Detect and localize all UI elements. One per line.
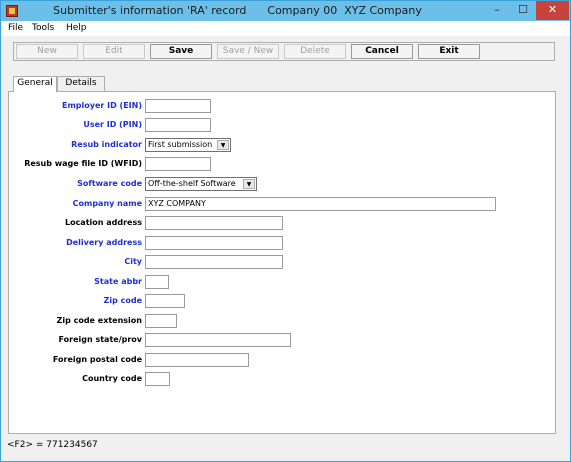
resub-wfid-label: Resub wage file ID (WFID) — [24, 159, 142, 168]
new-button[interactable]: New — [16, 44, 78, 59]
employer-id-field[interactable] — [145, 99, 211, 113]
close-button[interactable]: ✕ — [536, 1, 569, 20]
status-text: <F2> = 771234567 — [7, 440, 98, 450]
resub-wfid-field[interactable] — [145, 157, 211, 171]
maximize-button[interactable]: ☐ — [510, 1, 536, 20]
chevron-down-icon[interactable]: ▼ — [217, 140, 229, 150]
foreign-state-field[interactable] — [145, 333, 291, 347]
delivery-address-field[interactable] — [145, 236, 283, 250]
employer-id-label: Employer ID (EIN) — [62, 101, 142, 110]
zip-ext-field[interactable] — [145, 314, 177, 328]
foreign-state-label: Foreign state/prov — [58, 335, 143, 344]
user-id-label: User ID (PIN) — [83, 120, 142, 129]
title-bar[interactable]: Submitter's information 'RA' record Comp… — [1, 1, 570, 21]
country-code-field[interactable] — [145, 372, 170, 386]
user-id-field[interactable] — [145, 118, 211, 132]
location-address-label: Location address — [64, 218, 142, 227]
status-bar: <F2> = 771234567 — [1, 437, 570, 461]
window-title: Submitter's information 'RA' record Comp… — [53, 4, 422, 17]
save-new-button[interactable]: Save / New — [217, 44, 279, 59]
location-address-field[interactable] — [145, 216, 283, 230]
city-field[interactable] — [145, 255, 283, 269]
delete-button[interactable]: Delete — [284, 44, 346, 59]
save-button[interactable]: Save — [150, 44, 212, 59]
zip-code-label: Zip code — [103, 296, 142, 305]
resub-indicator-label: Resub indicator — [71, 140, 142, 149]
menu-file[interactable]: File — [8, 23, 23, 33]
software-code-label: Software code — [77, 179, 142, 188]
chevron-down-icon[interactable]: ▼ — [243, 179, 255, 189]
state-abbr-field[interactable] — [145, 275, 169, 289]
menu-tools[interactable]: Tools — [32, 23, 54, 33]
delivery-address-label: Delivery address — [66, 238, 142, 247]
zip-code-field[interactable] — [145, 294, 185, 308]
resub-indicator-value: First submission — [148, 140, 213, 149]
company-name-label: Company name — [72, 199, 142, 208]
edit-button[interactable]: Edit — [83, 44, 145, 59]
tab-general[interactable]: General — [13, 76, 57, 92]
city-label: City — [124, 257, 142, 266]
app-window: Submitter's information 'RA' record Comp… — [0, 0, 571, 462]
zip-ext-label: Zip code extension — [56, 316, 142, 325]
toolbar: New Edit Save Save / New Delete Cancel E… — [13, 42, 555, 61]
company-name-field[interactable]: XYZ COMPANY — [145, 197, 496, 211]
software-code-value: Off-the-shelf Software — [148, 179, 236, 188]
cancel-button[interactable]: Cancel — [351, 44, 413, 59]
foreign-postal-field[interactable] — [145, 353, 249, 367]
tab-details[interactable]: Details — [57, 76, 105, 91]
resub-indicator-select[interactable]: First submission ▼ — [145, 138, 231, 152]
state-abbr-label: State abbr — [94, 277, 142, 286]
menu-bar: File Tools Help — [1, 21, 570, 36]
menu-help[interactable]: Help — [66, 23, 87, 33]
minimize-button[interactable]: – — [484, 1, 510, 20]
country-code-label: Country code — [82, 374, 142, 383]
foreign-postal-label: Foreign postal code — [52, 355, 142, 364]
exit-button[interactable]: Exit — [418, 44, 480, 59]
general-tab-panel: Employer ID (EIN) User ID (PIN) Resub in… — [8, 91, 556, 434]
software-code-select[interactable]: Off-the-shelf Software ▼ — [145, 177, 257, 191]
